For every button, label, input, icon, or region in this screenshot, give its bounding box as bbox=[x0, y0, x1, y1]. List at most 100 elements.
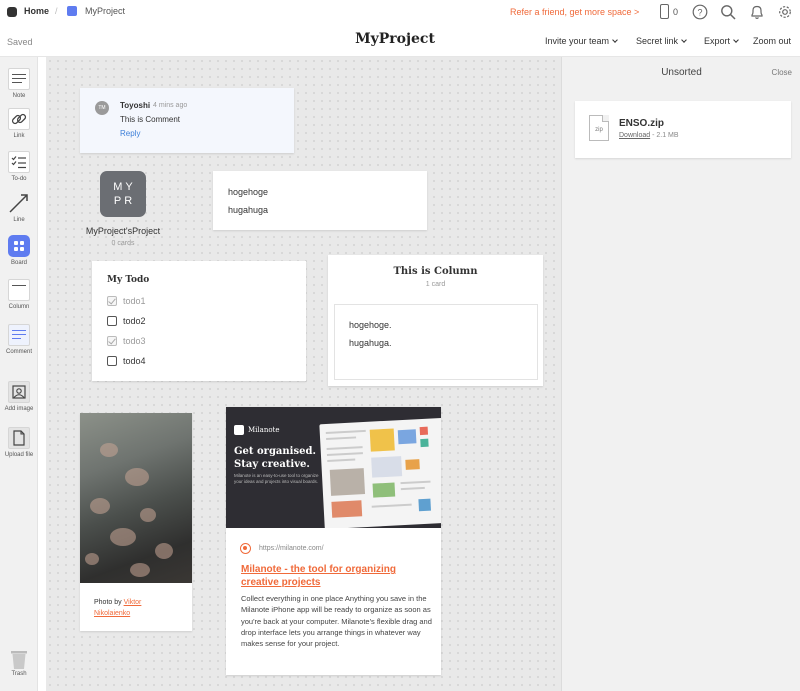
left-toolbar: Note Link To-do Line Board Column Commen… bbox=[0, 57, 38, 691]
flower-photo bbox=[80, 413, 192, 583]
top-bar: Home / MyProject Refer a friend, get mor… bbox=[0, 0, 800, 25]
todo-title: My Todo bbox=[107, 275, 150, 285]
note-line: hugahuga bbox=[228, 205, 269, 215]
zip-file-icon: zip bbox=[589, 115, 609, 141]
tool-link[interactable]: Link bbox=[0, 108, 38, 139]
checkbox-icon[interactable] bbox=[107, 315, 117, 326]
tool-add-image[interactable]: Add image bbox=[0, 381, 38, 412]
todo-item-text: todo4 bbox=[123, 356, 146, 366]
board-tile[interactable]: MY PR bbox=[100, 171, 146, 217]
refer-friend-link[interactable]: Refer a friend, get more space > bbox=[510, 7, 639, 17]
tool-line[interactable]: Line bbox=[0, 192, 38, 223]
link-description: Collect everything in one place Anything… bbox=[241, 594, 432, 649]
photographer-link[interactable]: Viktor bbox=[124, 599, 142, 606]
hero-heading-line: Get organised. bbox=[234, 446, 316, 457]
tool-upload-file[interactable]: Upload file bbox=[0, 427, 38, 458]
caption-prefix: Photo by bbox=[94, 599, 122, 606]
avatar: TM bbox=[95, 101, 109, 115]
tool-label: Comment bbox=[5, 349, 32, 355]
export-menu[interactable]: Export bbox=[704, 36, 739, 46]
hero-subtext: Milanote is an easy-to-use tool to organ… bbox=[234, 473, 319, 484]
zoom-out-button[interactable]: Zoom out bbox=[753, 36, 791, 46]
todo-item[interactable]: todo4 bbox=[107, 355, 146, 367]
column-icon bbox=[8, 279, 30, 301]
close-panel-button[interactable]: Close bbox=[772, 68, 792, 77]
link-icon bbox=[8, 108, 30, 130]
photographer-link[interactable]: Nikolaienko bbox=[94, 610, 130, 617]
tool-label: Link bbox=[13, 133, 25, 139]
column-card[interactable]: This is Column 1 card hogehoge. hugahuga… bbox=[328, 255, 543, 386]
search-icon[interactable] bbox=[720, 4, 736, 20]
checkbox-checked-icon[interactable] bbox=[107, 335, 117, 346]
tool-note[interactable]: Note bbox=[0, 68, 38, 99]
board-name[interactable]: MyProject'sProject bbox=[78, 226, 168, 236]
hero-brand: Milanote bbox=[248, 426, 280, 434]
breadcrumb-separator: / bbox=[55, 6, 58, 16]
board-icon bbox=[8, 235, 30, 257]
comment-author: Toyoshi bbox=[120, 101, 151, 110]
tool-label: Line bbox=[13, 217, 25, 223]
todo-item[interactable]: todo2 bbox=[107, 315, 146, 327]
download-link[interactable]: Download bbox=[619, 132, 650, 139]
tool-label: To-do bbox=[11, 176, 27, 182]
phone-icon[interactable] bbox=[660, 4, 669, 19]
tool-label: Note bbox=[12, 93, 26, 99]
link-card[interactable]: Milanote Get organised. Stay creative. M… bbox=[226, 407, 441, 675]
device-count: 0 bbox=[673, 7, 679, 17]
comment-icon bbox=[8, 324, 30, 346]
help-icon[interactable]: ? bbox=[692, 4, 708, 20]
project-header: Saved MyProject Invite your team Secret … bbox=[0, 25, 800, 57]
image-card[interactable]: Photo by Viktor Nikolaienko bbox=[80, 413, 192, 631]
note-line: hogehoge. bbox=[349, 320, 392, 330]
comment-text: This is Comment bbox=[120, 115, 181, 124]
note-icon bbox=[8, 68, 30, 90]
comment-card[interactable]: TM Toyoshi 4 mins ago This is Comment Re… bbox=[80, 88, 294, 153]
secret-link-label: Secret link bbox=[636, 36, 679, 46]
milanote-logo-icon bbox=[234, 425, 244, 435]
line-icon bbox=[8, 192, 30, 214]
tool-todo[interactable]: To-do bbox=[0, 151, 38, 182]
tool-label: Column bbox=[8, 304, 30, 310]
settings-gear-icon[interactable] bbox=[777, 4, 793, 20]
todo-card[interactable]: My Todo todo1 todo2 todo3 todo4 bbox=[92, 261, 306, 381]
checkbox-checked-icon[interactable] bbox=[107, 295, 117, 306]
column-note-card[interactable]: hogehoge. hugahuga. bbox=[334, 304, 538, 380]
invite-team-label: Invite your team bbox=[545, 36, 610, 46]
link-title[interactable]: Milanote - the tool for organizing creat… bbox=[241, 563, 431, 589]
tool-column[interactable]: Column bbox=[0, 279, 38, 310]
reply-link[interactable]: Reply bbox=[120, 129, 140, 138]
tool-board[interactable]: Board bbox=[0, 235, 38, 266]
todo-item-text: todo2 bbox=[123, 316, 146, 326]
tool-label: Add image bbox=[4, 406, 34, 412]
file-card[interactable]: zip ENSO.zip Download - 2.1 MB bbox=[575, 101, 791, 158]
todo-item[interactable]: todo1 bbox=[107, 295, 146, 307]
globe-icon bbox=[240, 543, 251, 554]
note-card[interactable]: hogehoge hugahuga bbox=[213, 171, 427, 230]
todo-icon bbox=[8, 151, 30, 173]
invite-team-menu[interactable]: Invite your team bbox=[545, 36, 618, 46]
todo-item-text: todo1 bbox=[123, 296, 146, 306]
tool-label: Board bbox=[10, 260, 27, 266]
hero-heading: Get organised. Stay creative. bbox=[234, 445, 316, 471]
tool-comment[interactable]: Comment bbox=[0, 324, 38, 355]
notification-bell-icon[interactable] bbox=[749, 4, 765, 20]
checkbox-icon[interactable] bbox=[107, 355, 117, 366]
link-url[interactable]: https://milanote.com/ bbox=[259, 545, 324, 552]
home-link[interactable]: Home bbox=[24, 6, 49, 16]
tool-trash[interactable]: Trash bbox=[0, 648, 38, 677]
file-meta: Download - 2.1 MB bbox=[619, 132, 679, 139]
breadcrumb-project[interactable]: MyProject bbox=[85, 6, 125, 16]
todo-item[interactable]: todo3 bbox=[107, 335, 146, 347]
todo-item-text: todo3 bbox=[123, 336, 146, 346]
secret-link-menu[interactable]: Secret link bbox=[636, 36, 687, 46]
tool-label: Upload file bbox=[4, 452, 34, 458]
note-line: hogehoge bbox=[228, 187, 269, 197]
milanote-logo-icon[interactable] bbox=[7, 7, 17, 17]
note-line: hugahuga. bbox=[349, 338, 392, 348]
trash-icon bbox=[11, 651, 27, 669]
board-tile-text: MY bbox=[113, 181, 136, 193]
export-label: Export bbox=[704, 36, 731, 46]
link-preview-image: Milanote Get organised. Stay creative. M… bbox=[226, 407, 441, 528]
column-card-count: 1 card bbox=[425, 281, 446, 288]
board-card-count: 0 cards bbox=[111, 240, 135, 247]
